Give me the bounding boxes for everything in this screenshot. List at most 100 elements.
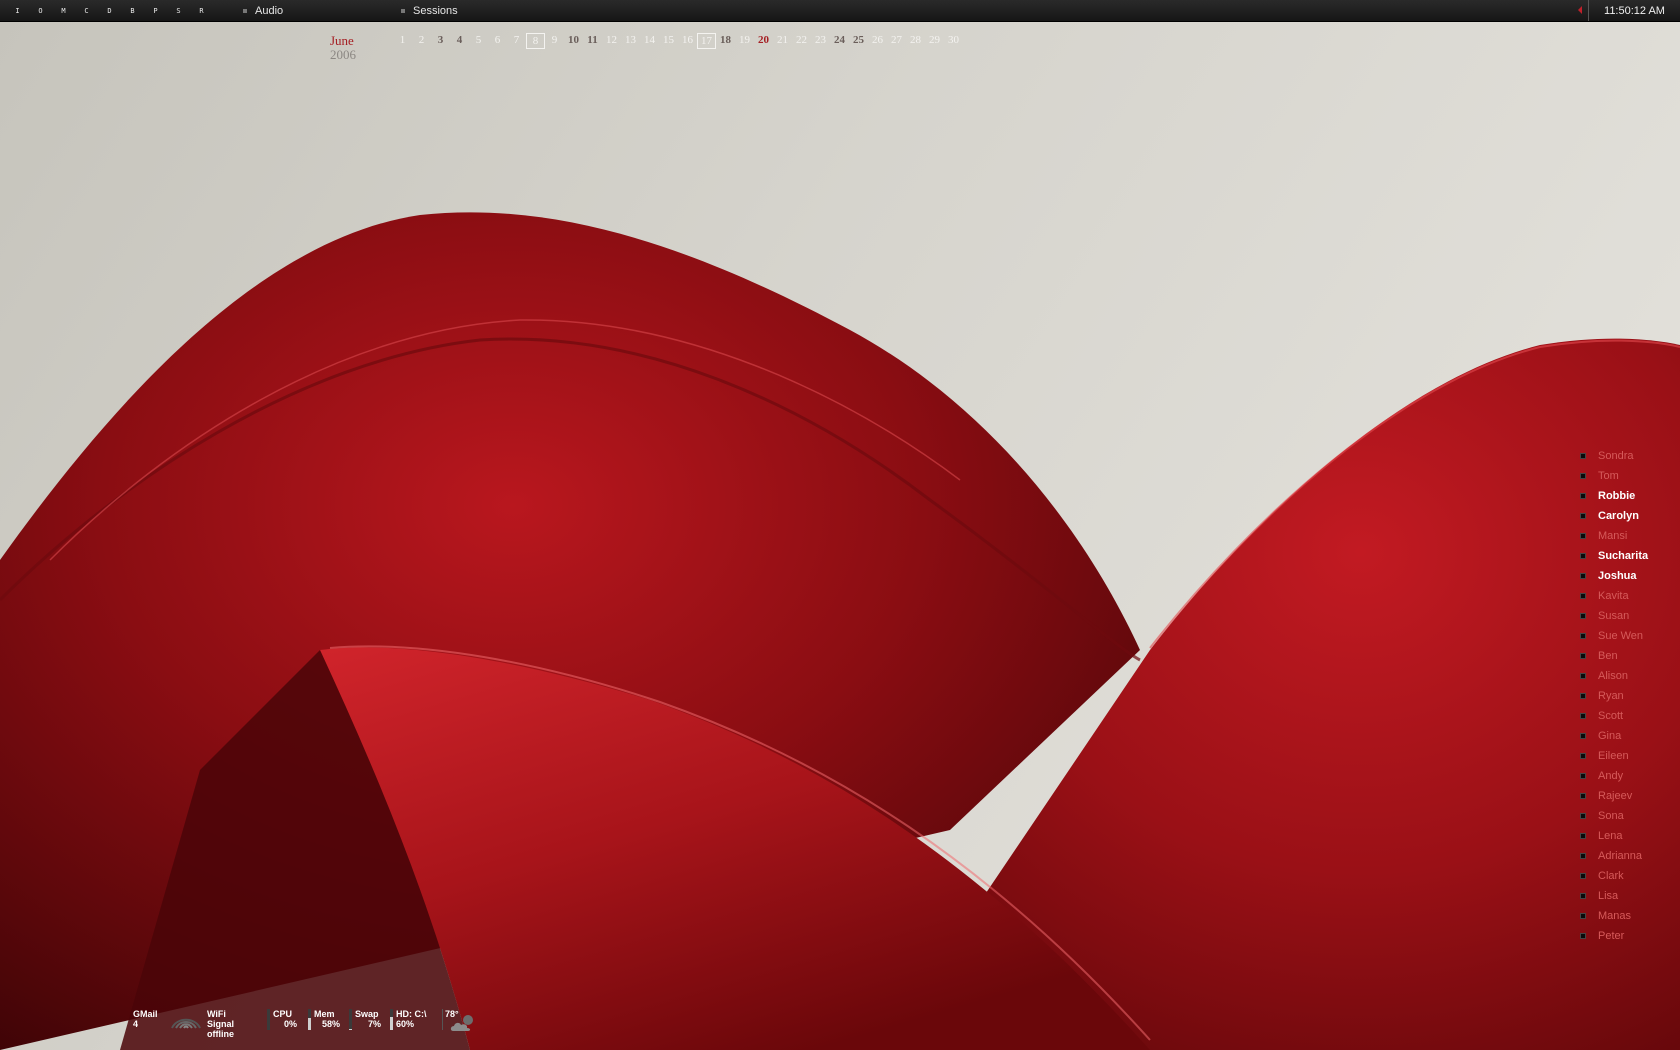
calendar-day[interactable]: 28: [906, 33, 925, 49]
calendar-day[interactable]: 8: [526, 33, 545, 49]
calendar-day[interactable]: 5: [469, 33, 488, 49]
contact-name: Andy: [1598, 770, 1624, 782]
launcher-item[interactable]: P: [144, 7, 167, 15]
status-dot-icon: [1580, 673, 1586, 679]
contact-item[interactable]: Lena: [1580, 826, 1648, 846]
calendar-day[interactable]: 15: [659, 33, 678, 49]
calendar-day[interactable]: 21: [773, 33, 792, 49]
calendar-day[interactable]: 11: [583, 33, 602, 49]
calendar-day[interactable]: 1: [393, 33, 412, 49]
contact-name: Ben: [1598, 650, 1618, 662]
contact-item[interactable]: Scott: [1580, 706, 1648, 726]
launcher-item[interactable]: M: [52, 7, 75, 15]
contact-item[interactable]: Sue Wen: [1580, 626, 1648, 646]
launcher-item[interactable]: D: [98, 7, 121, 15]
calendar-day[interactable]: 14: [640, 33, 659, 49]
contact-item[interactable]: Tom: [1580, 466, 1648, 486]
calendar-day[interactable]: 17: [697, 33, 716, 49]
calendar-day[interactable]: 20: [754, 33, 773, 49]
status-dot-icon: [1580, 453, 1586, 459]
contact-name: Lisa: [1598, 890, 1619, 902]
partly-cloudy-icon[interactable]: [449, 1013, 479, 1033]
contact-item[interactable]: Carolyn: [1580, 506, 1648, 526]
calendar-day[interactable]: 25: [849, 33, 868, 49]
calendar-day[interactable]: 6: [488, 33, 507, 49]
contact-item[interactable]: Andy: [1580, 766, 1648, 786]
swap-label: Swap: [355, 1009, 379, 1019]
contact-item[interactable]: Ben: [1580, 646, 1648, 666]
mem-status: Mem 58%: [314, 1009, 340, 1029]
contact-item[interactable]: Eileen: [1580, 746, 1648, 766]
contact-item[interactable]: Gina: [1580, 726, 1648, 746]
calendar-day[interactable]: 27: [887, 33, 906, 49]
calendar-day[interactable]: 2: [412, 33, 431, 49]
calendar-day[interactable]: 29: [925, 33, 944, 49]
contact-item[interactable]: Sona: [1580, 806, 1648, 826]
calendar-day[interactable]: 19: [735, 33, 754, 49]
contact-item[interactable]: Joshua: [1580, 566, 1648, 586]
calendar-day[interactable]: 9: [545, 33, 564, 49]
status-dot-icon: [1580, 653, 1586, 659]
contact-item[interactable]: Sucharita: [1580, 546, 1648, 566]
contact-name: Scott: [1598, 710, 1624, 722]
calendar-day[interactable]: 18: [716, 33, 735, 49]
status-dot-icon: [1580, 693, 1586, 699]
tray-expand-arrow-icon[interactable]: [1578, 6, 1582, 14]
contact-name: Adrianna: [1598, 850, 1643, 862]
calendar-days: 1 2 3 4 5 6 7 8 9 10 11 12 13 14 15 16 17 18 19 20 21 22 23 24 2…: [393, 33, 963, 49]
audio-menu[interactable]: Audio: [243, 0, 283, 21]
calendar-day[interactable]: 23: [811, 33, 830, 49]
contact-name: Mansi: [1598, 530, 1628, 542]
status-dot-icon: [1580, 633, 1586, 639]
contact-item[interactable]: Sondra: [1580, 446, 1648, 466]
contact-item[interactable]: Rajeev: [1580, 786, 1648, 806]
contact-item[interactable]: Peter: [1580, 926, 1648, 946]
cpu-label: CPU: [273, 1009, 293, 1019]
contact-item[interactable]: Kavita: [1580, 586, 1648, 606]
calendar-day[interactable]: 22: [792, 33, 811, 49]
calendar-day[interactable]: 16: [678, 33, 697, 49]
status-dot-icon: [1580, 773, 1586, 779]
calendar-day[interactable]: 26: [868, 33, 887, 49]
contact-name: Lena: [1598, 830, 1623, 842]
contact-item[interactable]: Lisa: [1580, 886, 1648, 906]
calendar-day[interactable]: 24: [830, 33, 849, 49]
launcher-shortcuts: I O M C D B P S R: [6, 0, 213, 21]
buddy-list: Sondra Tom Robbie Carolyn Mansi Sucharita Josh…: [1580, 446, 1648, 946]
hd-label: HD: C:\: [396, 1009, 427, 1019]
wifi-status[interactable]: WiFi Signal offline: [207, 1009, 234, 1039]
contact-item[interactable]: Clark: [1580, 866, 1648, 886]
contact-item[interactable]: Adrianna: [1580, 846, 1648, 866]
desktop-wallpaper: [0, 0, 1680, 1050]
swap-meter: [349, 1009, 352, 1030]
calendar-day[interactable]: 3: [431, 33, 450, 49]
launcher-item[interactable]: S: [167, 7, 190, 15]
wifi-icon: [171, 1018, 201, 1029]
contact-item[interactable]: Mansi: [1580, 526, 1648, 546]
launcher-item[interactable]: B: [121, 7, 144, 15]
launcher-item[interactable]: C: [75, 7, 98, 15]
status-dot-icon: [1580, 613, 1586, 619]
contact-item[interactable]: Manas: [1580, 906, 1648, 926]
calendar-day[interactable]: 7: [507, 33, 526, 49]
status-dot-icon: [1580, 573, 1586, 579]
contact-item[interactable]: Susan: [1580, 606, 1648, 626]
status-dot-icon: [1580, 933, 1586, 939]
contact-item[interactable]: Alison: [1580, 666, 1648, 686]
calendar-day[interactable]: 12: [602, 33, 621, 49]
sessions-menu[interactable]: Sessions: [401, 0, 458, 21]
calendar-day[interactable]: 10: [564, 33, 583, 49]
calendar-day[interactable]: 30: [944, 33, 963, 49]
calendar-day[interactable]: 4: [450, 33, 469, 49]
hd-value: 60%: [396, 1019, 415, 1029]
launcher-item[interactable]: O: [29, 7, 52, 15]
contact-name: Peter: [1598, 930, 1625, 942]
contact-name: Robbie: [1598, 490, 1636, 502]
contact-item[interactable]: Ryan: [1580, 686, 1648, 706]
launcher-item[interactable]: R: [190, 7, 213, 15]
calendar-day[interactable]: 13: [621, 33, 640, 49]
clock[interactable]: 11:50:12 AM: [1588, 0, 1680, 21]
launcher-item[interactable]: I: [6, 7, 29, 15]
contact-item[interactable]: Robbie: [1580, 486, 1648, 506]
gmail-status[interactable]: GMail 4: [133, 1009, 158, 1029]
